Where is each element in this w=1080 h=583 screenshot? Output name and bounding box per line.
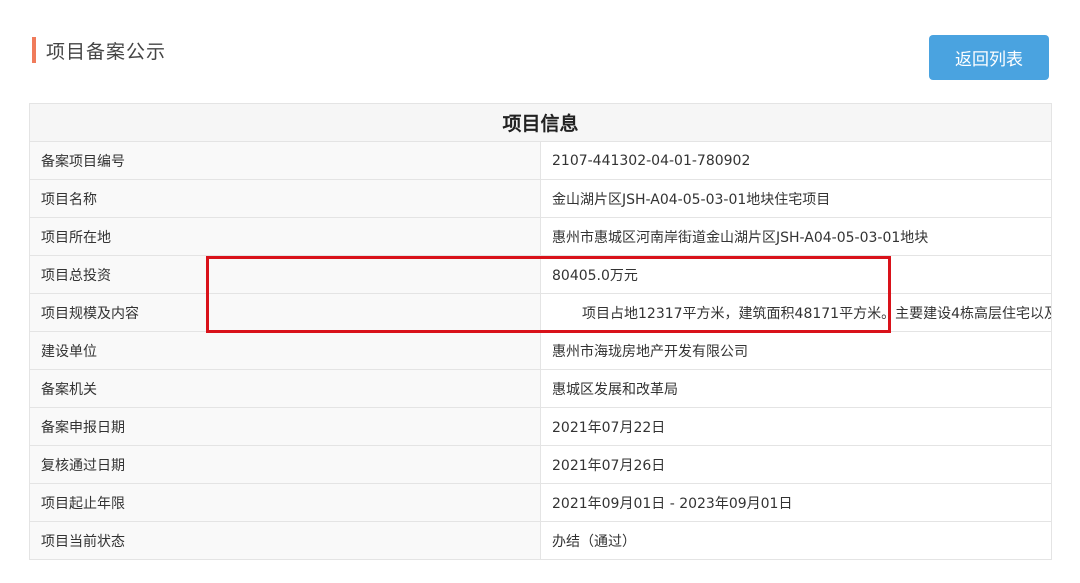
row-label: 项目规模及内容 bbox=[29, 293, 541, 332]
row-label: 备案机关 bbox=[29, 369, 541, 408]
row-value: 惠州市海珑房地产开发有限公司 bbox=[540, 331, 1052, 370]
table-row-construction-unit: 建设单位 惠州市海珑房地产开发有限公司 bbox=[29, 331, 1052, 370]
table-row-project-period: 项目起止年限 2021年09月01日 - 2023年09月01日 bbox=[29, 483, 1052, 522]
row-value: 2021年09月01日 - 2023年09月01日 bbox=[540, 483, 1052, 522]
table-row-record-authority: 备案机关 惠城区发展和改革局 bbox=[29, 369, 1052, 408]
row-label: 项目名称 bbox=[29, 179, 541, 218]
row-label: 项目当前状态 bbox=[29, 521, 541, 560]
project-info-table: 项目信息 备案项目编号 2107-441302-04-01-780902 项目名… bbox=[29, 103, 1052, 560]
row-label: 项目所在地 bbox=[29, 217, 541, 256]
table-row-total-investment: 项目总投资 80405.0万元 bbox=[29, 255, 1052, 294]
row-value: 2021年07月22日 bbox=[540, 407, 1052, 446]
table-row-scale-content: 项目规模及内容 项目占地12317平方米，建筑面积48171平方米。主要建设4栋… bbox=[29, 293, 1052, 332]
table-row-location: 项目所在地 惠州市惠城区河南岸街道金山湖片区JSH-A04-05-03-01地块 bbox=[29, 217, 1052, 256]
table-row-project-name: 项目名称 金山湖片区JSH-A04-05-03-01地块住宅项目 bbox=[29, 179, 1052, 218]
table-row-current-status: 项目当前状态 办结（通过） bbox=[29, 521, 1052, 560]
project-record-panel: 项目备案公示 返回列表 项目信息 备案项目编号 2107-441302-04-0… bbox=[0, 0, 1080, 583]
row-value: 项目占地12317平方米，建筑面积48171平方米。主要建设4栋高层住宅以及其他… bbox=[540, 293, 1052, 332]
row-value: 办结（通过） bbox=[540, 521, 1052, 560]
page-title-bar: 项目备案公示 bbox=[32, 36, 166, 64]
row-label: 备案申报日期 bbox=[29, 407, 541, 446]
table-row-review-date: 复核通过日期 2021年07月26日 bbox=[29, 445, 1052, 484]
row-value: 金山湖片区JSH-A04-05-03-01地块住宅项目 bbox=[540, 179, 1052, 218]
row-value: 惠州市惠城区河南岸街道金山湖片区JSH-A04-05-03-01地块 bbox=[540, 217, 1052, 256]
back-to-list-button[interactable]: 返回列表 bbox=[929, 35, 1049, 80]
row-label: 建设单位 bbox=[29, 331, 541, 370]
row-value: 惠城区发展和改革局 bbox=[540, 369, 1052, 408]
table-row-filing-date: 备案申报日期 2021年07月22日 bbox=[29, 407, 1052, 446]
table-row-record-number: 备案项目编号 2107-441302-04-01-780902 bbox=[29, 141, 1052, 180]
title-accent-bar bbox=[32, 37, 36, 63]
row-label: 项目起止年限 bbox=[29, 483, 541, 522]
row-value: 80405.0万元 bbox=[540, 255, 1052, 294]
row-label: 备案项目编号 bbox=[29, 141, 541, 180]
table-title: 项目信息 bbox=[29, 103, 1052, 142]
row-value: 2107-441302-04-01-780902 bbox=[540, 141, 1052, 180]
row-label: 复核通过日期 bbox=[29, 445, 541, 484]
row-label: 项目总投资 bbox=[29, 255, 541, 294]
page-title: 项目备案公示 bbox=[46, 40, 167, 63]
table-header-row: 项目信息 bbox=[29, 103, 1052, 142]
row-value: 2021年07月26日 bbox=[540, 445, 1052, 484]
